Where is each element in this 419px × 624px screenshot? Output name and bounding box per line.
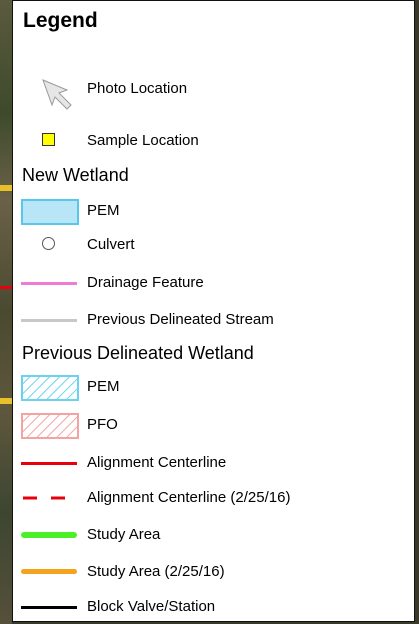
pem-fill-swatch	[21, 199, 79, 225]
legend-label-culvert: Culvert	[87, 236, 135, 253]
legend-row-previous-stream: Previous Delineated Stream	[13, 308, 414, 332]
legend-row-photo-location: Photo Location	[13, 77, 414, 110]
legend-row-study-area-old: Study Area (2/25/16)	[13, 560, 414, 584]
map-edge-yellow-mark	[0, 185, 12, 191]
legend-label-alignment-centerline-old: Alignment Centerline (2/25/16)	[87, 489, 291, 506]
drainage-line-symbol	[21, 282, 77, 285]
legend-label-study-area-old: Study Area (2/25/16)	[87, 563, 225, 580]
study-area-line-symbol	[21, 532, 77, 538]
study-area-old-line-symbol	[21, 569, 77, 574]
legend-label-alignment-centerline: Alignment Centerline	[87, 454, 227, 471]
map-imagery-edge	[0, 0, 12, 624]
legend-label-prev-pfo: PFO	[87, 416, 118, 433]
legend-label-drainage-feature: Drainage Feature	[87, 274, 204, 291]
legend-row-alignment-centerline-old: Alignment Centerline (2/25/16)	[13, 486, 414, 510]
alignment-line-symbol	[21, 462, 77, 465]
alignment-dashed-line-symbol	[23, 496, 79, 500]
legend-row-alignment-centerline: Alignment Centerline	[13, 451, 414, 475]
legend-row-sample-location: Sample Location	[13, 129, 414, 153]
legend-title: Legend	[23, 9, 98, 32]
legend-row-study-area: Study Area	[13, 523, 414, 547]
pem-hatch-swatch	[21, 375, 79, 401]
legend-label-prev-pem: PEM	[87, 378, 120, 395]
legend-row-culvert: Culvert	[13, 233, 414, 257]
legend-heading-new-wetland: New Wetland	[22, 165, 129, 185]
legend-label-block-valve: Block Valve/Station	[87, 598, 216, 615]
circle-outline-icon	[42, 237, 55, 250]
legend-label-previous-stream: Previous Delineated Stream	[87, 311, 274, 328]
legend-row-new-pem: PEM	[13, 199, 414, 225]
yellow-square-icon	[42, 133, 55, 146]
legend-label-photo-location: Photo Location	[87, 80, 188, 97]
legend-row-prev-pfo: PFO	[13, 413, 414, 439]
legend-row-drainage-feature: Drainage Feature	[13, 271, 414, 295]
legend-label-sample-location: Sample Location	[87, 132, 199, 149]
map-edge-yellow-mark-2	[0, 398, 12, 404]
legend-label-study-area: Study Area	[87, 526, 161, 543]
arrow-pointer-icon	[42, 79, 72, 110]
legend-row-prev-pem: PEM	[13, 375, 414, 401]
legend-heading-previous-wetland: Previous Delineated Wetland	[22, 343, 254, 363]
block-valve-line-symbol	[21, 606, 77, 609]
map-legend-panel: Legend Photo Location Sample Location Ne…	[12, 0, 415, 622]
previous-stream-line-symbol	[21, 319, 77, 322]
legend-label-new-pem: PEM	[87, 202, 120, 219]
pfo-hatch-swatch	[21, 413, 79, 439]
legend-row-block-valve: Block Valve/Station	[13, 595, 414, 619]
map-edge-red-mark	[0, 286, 12, 289]
